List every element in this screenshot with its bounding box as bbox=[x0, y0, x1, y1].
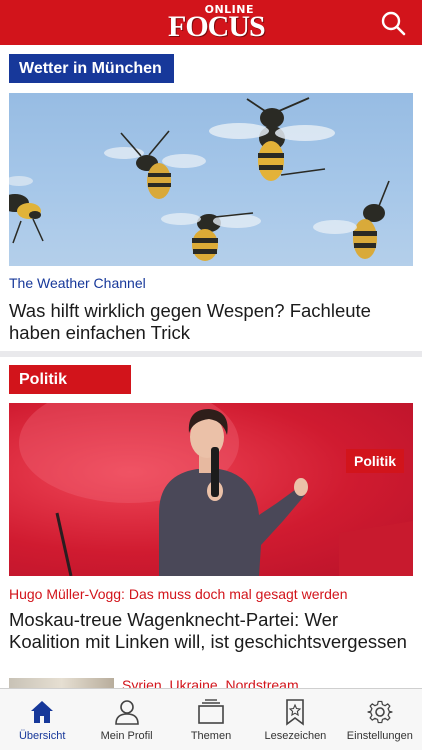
tab-label: Lesezeichen bbox=[264, 730, 327, 742]
search-icon bbox=[381, 11, 406, 36]
wasps-illustration bbox=[9, 97, 390, 261]
focus-online-logo[interactable]: ONLINE FOCUS bbox=[168, 3, 266, 42]
search-button[interactable] bbox=[380, 10, 406, 36]
bottom-tab-bar: Übersicht Mein Profil Themen Lesezeichen… bbox=[0, 688, 422, 750]
article-source[interactable]: The Weather Channel bbox=[9, 275, 146, 291]
speaker-on-stage-photo[interactable]: Politik bbox=[9, 403, 413, 576]
tab-einstellungen[interactable]: Einstellungen bbox=[338, 689, 422, 750]
logo-focus-text: FOCUS bbox=[168, 10, 266, 43]
gear-icon bbox=[367, 700, 393, 724]
tab-label: Übersicht bbox=[18, 730, 66, 742]
topics-icon bbox=[198, 699, 224, 724]
article-source[interactable]: Hugo Müller-Vogg: Das muss doch mal gesa… bbox=[9, 586, 348, 602]
wasps-photo[interactable] bbox=[9, 93, 413, 266]
top-bar: ONLINE FOCUS bbox=[0, 0, 422, 45]
tab-label: Mein Profil bbox=[100, 730, 153, 742]
politik-article-card[interactable]: Politik Politik Hugo Müller-Vogg: Das mu… bbox=[0, 357, 422, 688]
article-headline[interactable]: Moskau-treue Wagenknecht-Partei: Wer Koa… bbox=[9, 609, 413, 653]
tab-themen[interactable]: Themen bbox=[169, 689, 253, 750]
tab-lesezeichen[interactable]: Lesezeichen bbox=[253, 689, 337, 750]
speaker-illustration bbox=[19, 403, 413, 576]
tab-label: Themen bbox=[190, 730, 232, 742]
article-headline[interactable]: Was hilft wirklich gegen Wespen? Fachleu… bbox=[9, 300, 413, 344]
section-label-weather[interactable]: Wetter in München bbox=[9, 54, 174, 83]
category-tag: Politik bbox=[345, 449, 404, 473]
profile-icon bbox=[114, 700, 139, 725]
section-label-politik[interactable]: Politik bbox=[9, 365, 131, 394]
bookmark-star-icon bbox=[286, 699, 305, 726]
weather-article-card[interactable]: Wetter in München The Weather Channel Wa… bbox=[0, 45, 422, 351]
home-icon bbox=[31, 701, 54, 723]
tab-uebersicht[interactable]: Übersicht bbox=[0, 689, 84, 750]
tab-mein-profil[interactable]: Mein Profil bbox=[84, 689, 168, 750]
tab-label: Einstellungen bbox=[346, 730, 413, 742]
